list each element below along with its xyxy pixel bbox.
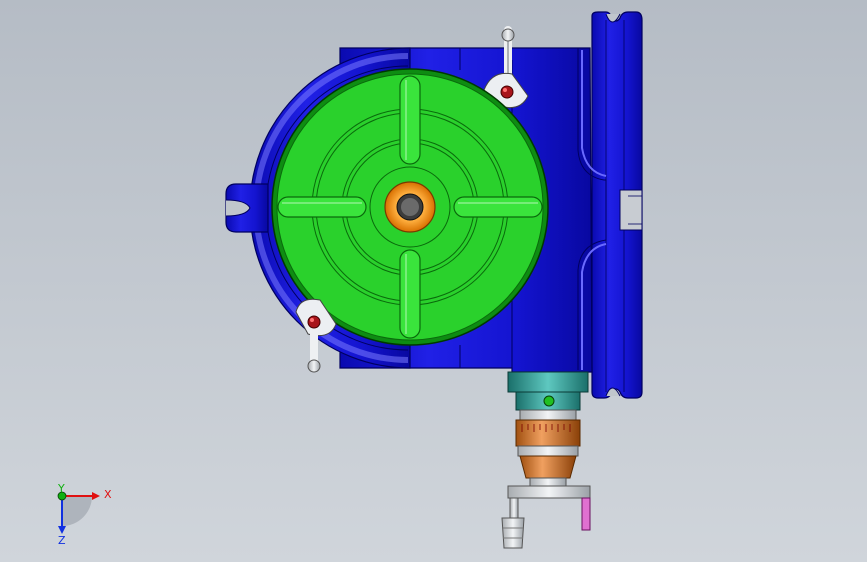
lock-knob[interactable] [307, 315, 321, 329]
y-axis-label: Y [57, 482, 65, 495]
indicator-dot [543, 395, 555, 407]
crank-handle[interactable] [501, 517, 525, 549]
dial-scale[interactable] [515, 419, 581, 447]
crank-pin [581, 497, 591, 531]
cad-model-canvas[interactable]: X Y Z [0, 0, 867, 562]
x-axis-label: X [104, 488, 112, 501]
crank-arm[interactable] [507, 485, 591, 499]
z-axis-label: Z [58, 534, 66, 547]
lock-knob[interactable] [500, 85, 514, 99]
cad-viewport[interactable]: X Y Z [0, 0, 867, 562]
